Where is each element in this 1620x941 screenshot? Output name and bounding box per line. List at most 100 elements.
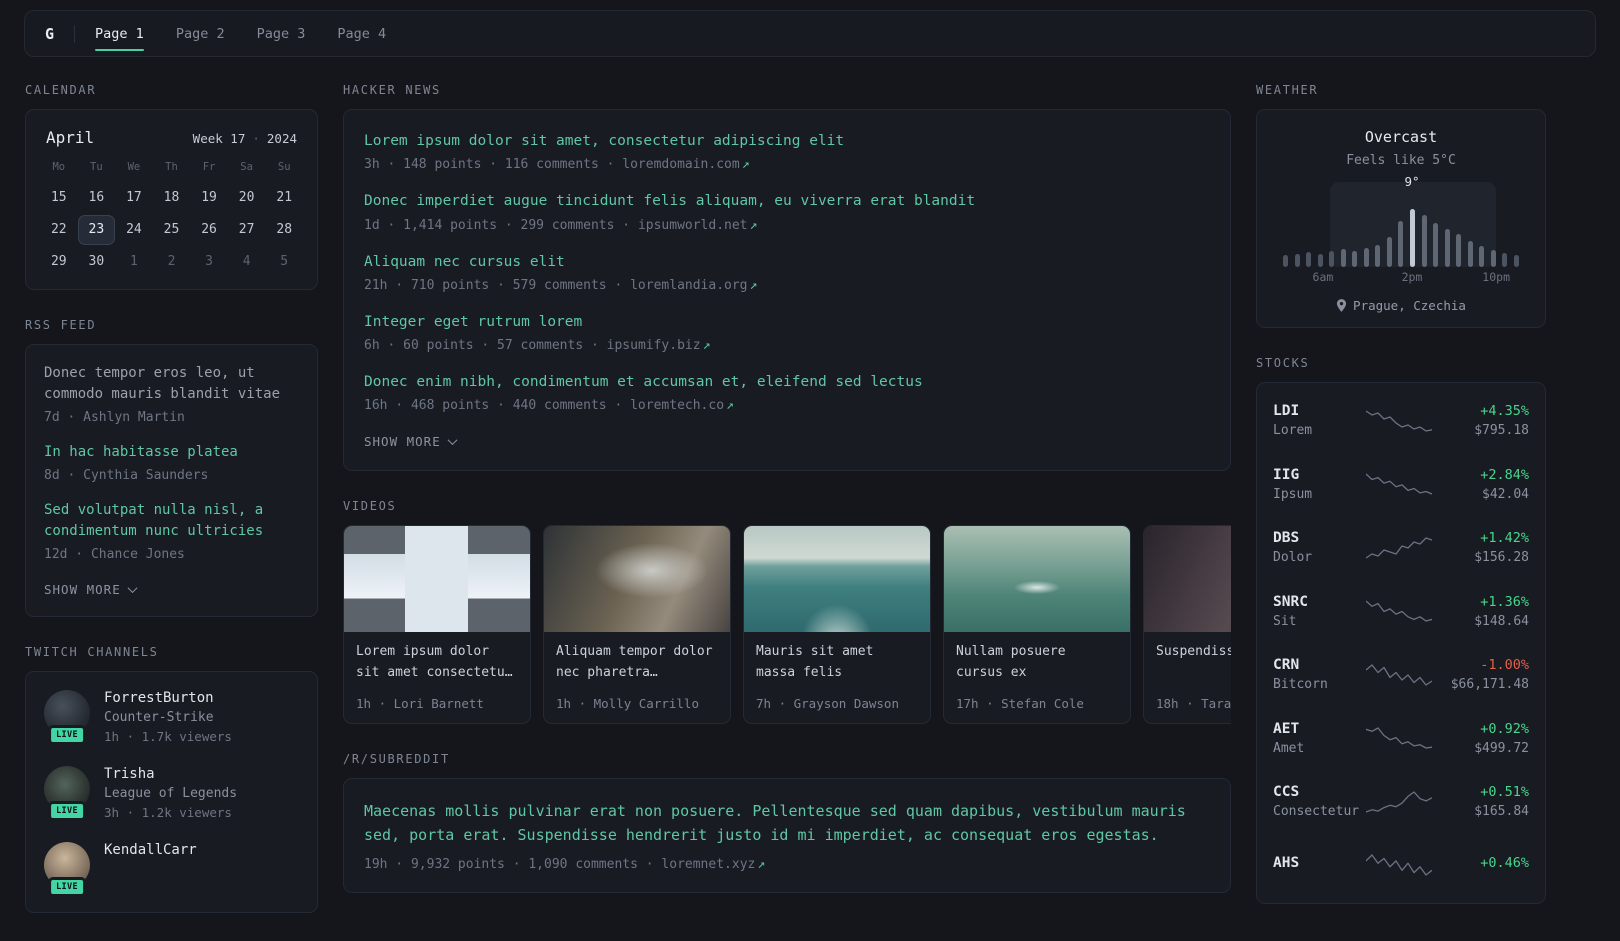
calendar-week-label: Week 17: [192, 131, 246, 146]
stock-symbol: LDI: [1273, 403, 1300, 420]
rss-widget: RSS FEED Donec tempor eros leo, ut commo…: [25, 318, 318, 617]
hn-item-domain[interactable]: loremdomain.com: [622, 157, 739, 172]
stock-values: +1.36% $148.64: [1432, 594, 1529, 629]
channel-avatar: LIVE: [44, 690, 90, 745]
stock-values: +0.46%: [1432, 855, 1529, 875]
stock-row[interactable]: AET Amet +0.92% $499.72: [1273, 707, 1529, 771]
hn-item-title[interactable]: Donec enim nibh, condimentum et accumsan…: [364, 374, 923, 390]
rss-item-title[interactable]: In hac habitasse platea: [44, 442, 299, 463]
video-card[interactable]: Suspendisse diam 18h · Tara: [1143, 525, 1231, 725]
calendar-day: 26: [201, 222, 217, 237]
tab-page-4[interactable]: Page 4: [337, 11, 386, 56]
external-link-icon: ↗: [749, 277, 758, 293]
stock-name: Ipsum: [1273, 486, 1313, 502]
time-label: 10pm: [1482, 270, 1511, 284]
stock-price: $42.04: [1482, 486, 1529, 502]
hn-item-meta: 16h · 468 points · 440 comments · loremt…: [364, 398, 1210, 413]
rss-show-more-label: SHOW MORE: [44, 582, 121, 597]
hn-item-domain[interactable]: loremtech.co: [630, 398, 724, 413]
rss-show-more-button[interactable]: SHOW MORE: [44, 582, 138, 597]
stock-id: LDI Lorem: [1273, 403, 1366, 438]
stock-id: AHS: [1273, 855, 1366, 875]
stock-sparkline: [1366, 470, 1433, 498]
calendar-day-selected: 23: [77, 215, 116, 245]
hn-show-more-button[interactable]: SHOW MORE: [364, 434, 458, 449]
stocks-card: LDI Lorem +4.35% $795.18 IIG Ipsum +2.84…: [1256, 382, 1546, 904]
video-card[interactable]: Aliquam tempor dolor nec pharetra… 1h · …: [543, 525, 731, 725]
hackernews-card: Lorem ipsum dolor sit amet, consectetur …: [343, 109, 1231, 472]
video-card-body: Aliquam tempor dolor nec pharetra… 1h · …: [544, 632, 730, 723]
stock-row[interactable]: LDI Lorem +4.35% $795.18: [1273, 389, 1529, 453]
hn-item-domain[interactable]: ipsumworld.net: [638, 218, 748, 233]
app-logo[interactable]: G: [45, 25, 54, 43]
stock-symbol: SNRC: [1273, 593, 1308, 610]
video-thumbnail: [944, 526, 1130, 633]
rss-item[interactable]: In hac habitasse platea 8d · Cynthia Sau…: [44, 442, 299, 483]
stock-change: +1.36%: [1480, 593, 1529, 610]
stock-sparkline: [1366, 534, 1433, 562]
stock-row[interactable]: AHS +0.46%: [1273, 834, 1529, 898]
weather-feels-like: Feels like 5°C: [1346, 153, 1456, 168]
video-card[interactable]: Nullam posuere cursus ex 17h · Stefan Co…: [943, 525, 1131, 725]
stock-id: SNRC Sit: [1273, 594, 1366, 629]
hn-item-title[interactable]: Integer eget rutrum lorem: [364, 314, 582, 330]
hn-item-domain[interactable]: loremlandia.org: [630, 278, 747, 293]
video-card[interactable]: Mauris sit amet massa felis 7h · Grayson…: [743, 525, 931, 725]
twitch-channel[interactable]: LIVE Trisha League of Legends 3h · 1.2k …: [44, 766, 299, 821]
hn-item-domain[interactable]: ipsumify.biz: [607, 338, 701, 353]
twitch-card: LIVE ForrestBurton Counter-Strike 1h · 1…: [25, 671, 318, 913]
hn-meta-text: 6h · 60 points · 57 comments ·: [364, 338, 607, 354]
weekday-header: Su: [277, 161, 291, 173]
stock-change: +2.84%: [1480, 466, 1529, 483]
channel-avatar: LIVE: [44, 766, 90, 821]
stock-price: $499.72: [1474, 740, 1529, 756]
calendar-day-next-month: 5: [280, 254, 289, 269]
twitch-channel[interactable]: LIVE KendallCarr: [44, 842, 299, 897]
tab-page-2[interactable]: Page 2: [176, 11, 225, 56]
rss-item-meta: 8d · Cynthia Saunders: [44, 468, 209, 483]
stock-sparkline: [1366, 661, 1433, 689]
chevron-down-icon: [127, 583, 138, 594]
weekday-header: Th: [165, 161, 178, 173]
stock-row[interactable]: IIG Ipsum +2.84% $42.04: [1273, 453, 1529, 517]
channel-name: KendallCarr: [104, 842, 197, 858]
channel-name: Trisha: [104, 766, 155, 782]
twitch-channel[interactable]: LIVE ForrestBurton Counter-Strike 1h · 1…: [44, 690, 299, 745]
topbar: G Page 1 Page 2 Page 3 Page 4: [24, 10, 1596, 57]
subreddit-post-domain[interactable]: loremnet.xyz: [661, 857, 755, 872]
calendar-day: 20: [238, 190, 255, 205]
video-card[interactable]: Lorem ipsum dolor sit amet consectetu… 1…: [343, 525, 531, 725]
tab-page-3[interactable]: Page 3: [257, 11, 306, 56]
hn-item-meta: 1d · 1,414 points · 299 comments · ipsum…: [364, 218, 1210, 233]
stock-symbol: CCS: [1273, 784, 1300, 801]
rss-item-title[interactable]: Donec tempor eros leo, ut commodo mauris…: [44, 363, 299, 405]
hackernews-section-label: HACKER NEWS: [343, 83, 441, 97]
rss-card: Donec tempor eros leo, ut commodo mauris…: [25, 344, 318, 617]
hn-item-title[interactable]: Aliquam nec cursus elit: [364, 254, 565, 270]
hn-item-title[interactable]: Lorem ipsum dolor sit amet, consectetur …: [364, 133, 844, 149]
stock-row[interactable]: CCS Consectetur +0.51% $165.84: [1273, 770, 1529, 834]
calendar-day: 25: [163, 222, 180, 237]
weekday-header: Sa: [240, 161, 253, 173]
rss-item-title[interactable]: Sed volutpat nulla nisl, a condimentum n…: [44, 500, 299, 542]
video-meta: 1h · Molly Carrillo: [556, 696, 699, 712]
tab-page-1[interactable]: Page 1: [95, 11, 144, 56]
calendar-month: April: [46, 128, 95, 147]
stock-change: +1.42%: [1480, 530, 1529, 547]
stock-id: DBS Dolor: [1273, 530, 1366, 565]
hn-item-title[interactable]: Donec imperdiet augue tincidunt felis al…: [364, 193, 975, 209]
stock-row[interactable]: DBS Dolor +1.42% $156.28: [1273, 516, 1529, 580]
rss-item[interactable]: Donec tempor eros leo, ut commodo mauris…: [44, 363, 299, 425]
live-badge: LIVE: [48, 725, 86, 745]
hn-item: Lorem ipsum dolor sit amet, consectetur …: [364, 130, 1210, 172]
video-title: Suspendisse diam: [1156, 644, 1231, 660]
weekday-header: Mo: [52, 161, 66, 173]
stock-row[interactable]: CRN Bitcorn -1.00% $66,171.48: [1273, 643, 1529, 707]
subreddit-post-title[interactable]: Maecenas mollis pulvinar erat non posuer…: [364, 802, 1186, 844]
stock-values: -1.00% $66,171.48: [1432, 657, 1529, 692]
stock-price: $148.64: [1474, 613, 1529, 629]
stock-sparkline: [1366, 788, 1433, 816]
subreddit-card: Maecenas mollis pulvinar erat non posuer…: [343, 778, 1231, 894]
rss-item[interactable]: Sed volutpat nulla nisl, a condimentum n…: [44, 500, 299, 562]
stock-row[interactable]: SNRC Sit +1.36% $148.64: [1273, 580, 1529, 644]
